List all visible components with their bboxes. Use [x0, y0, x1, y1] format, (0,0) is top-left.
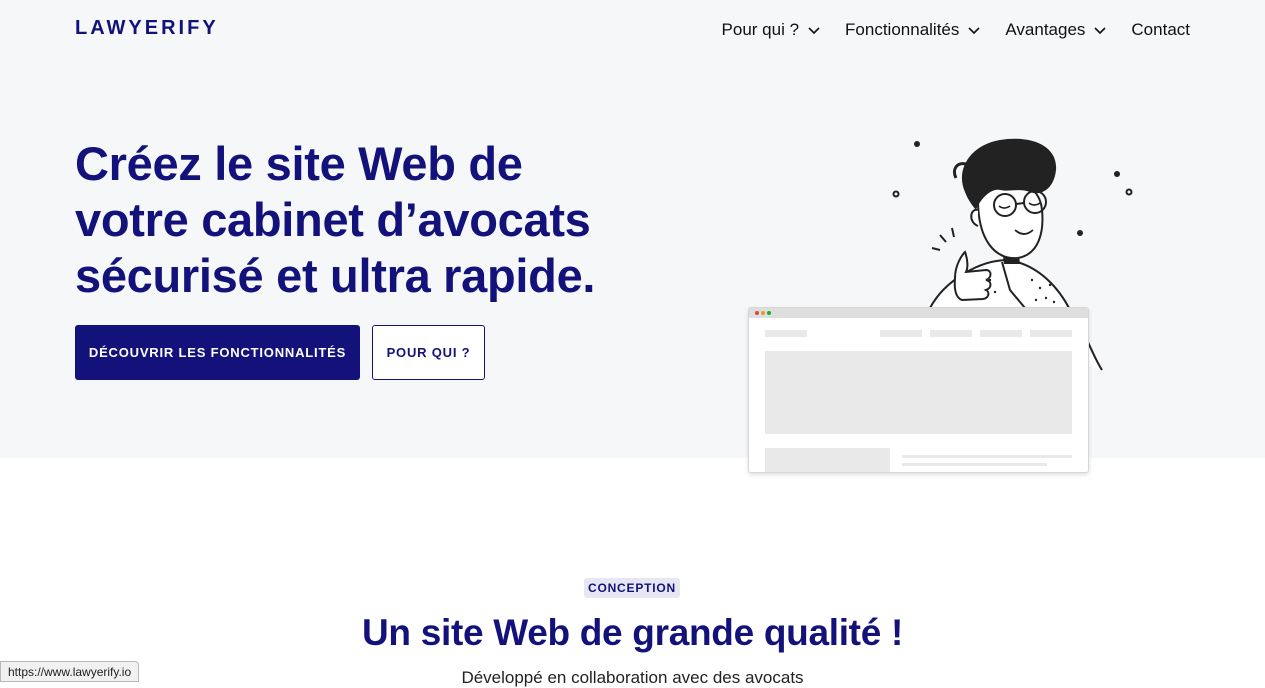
- chevron-down-icon: [1093, 23, 1107, 37]
- nav-item-avantages[interactable]: Avantages: [1005, 18, 1107, 42]
- hero-title-line: Créez le site Web de: [75, 137, 523, 190]
- skeleton-hero: [765, 351, 1072, 434]
- hero-title: Créez le site Web de votre cabinet d’avo…: [75, 136, 635, 304]
- minimize-dot-icon: [761, 311, 765, 315]
- skeleton-line: [902, 463, 1047, 466]
- browser-toolbar: [749, 308, 1088, 318]
- nav-item-label: Fonctionnalités: [845, 20, 960, 39]
- nav-item-pour-qui[interactable]: Pour qui ?: [722, 18, 822, 42]
- section-title: Un site Web de grande qualité !: [362, 612, 903, 653]
- discover-features-button[interactable]: DÉCOUVRIR LES FONCTIONNALITÉS: [75, 325, 360, 380]
- nav-item-label: Contact: [1131, 20, 1190, 39]
- nav-item-label: Avantages: [1005, 20, 1086, 39]
- chevron-down-icon: [967, 23, 981, 37]
- skeleton-logo: [765, 330, 807, 337]
- skeleton-block: [765, 448, 890, 472]
- status-bar-url: https://www.lawyerify.io: [0, 661, 140, 682]
- main-nav: Pour qui ? Fonctionnalités Avantages Con…: [698, 18, 1190, 42]
- for-whom-button[interactable]: POUR QUI ?: [372, 325, 485, 380]
- nav-item-contact[interactable]: Contact: [1131, 18, 1190, 42]
- browser-mockup: [748, 307, 1089, 473]
- skeleton-nav: [1030, 330, 1072, 337]
- section-subtitle: Développé en collaboration avec des avoc…: [461, 668, 804, 687]
- skeleton-line: [902, 455, 1072, 458]
- nav-item-fonctionnalites[interactable]: Fonctionnalités: [845, 18, 981, 42]
- hero-title-line: sécurisé et ultra rapide.: [75, 249, 596, 302]
- chevron-down-icon: [807, 23, 821, 37]
- maximize-dot-icon: [767, 311, 771, 315]
- skeleton-nav: [880, 330, 922, 337]
- skeleton-nav: [980, 330, 1022, 337]
- logo[interactable]: LAWYERIFY: [75, 17, 219, 40]
- section-tag: CONCEPTION: [584, 578, 680, 598]
- skeleton-nav: [930, 330, 972, 337]
- nav-item-label: Pour qui ?: [721, 20, 800, 39]
- hero-title-line: votre cabinet d’avocats: [75, 193, 591, 246]
- close-dot-icon: [755, 311, 759, 315]
